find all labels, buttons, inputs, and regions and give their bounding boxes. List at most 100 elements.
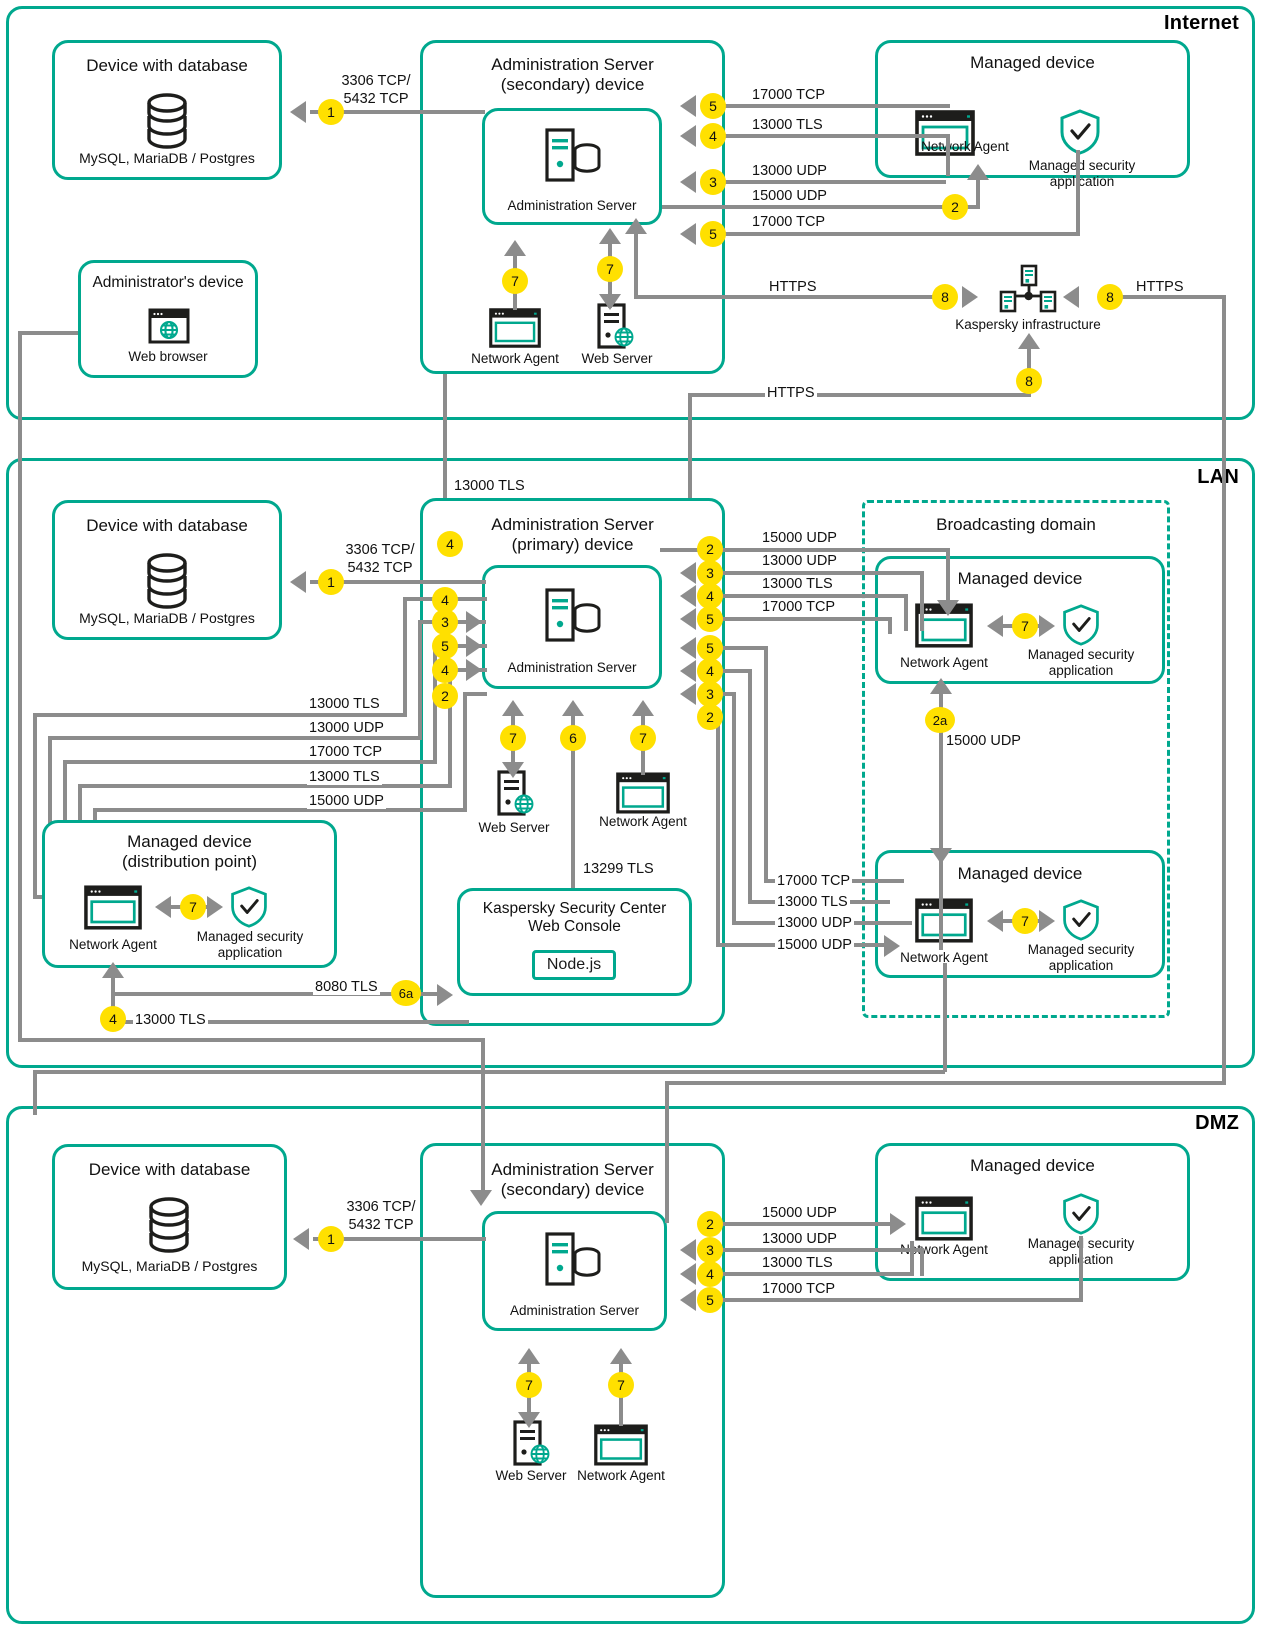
dmz-database-title: Device with database <box>88 1160 251 1179</box>
internet-managed-device-title: Managed device <box>970 53 1095 72</box>
port-label-17000tcp: 17000 TCP <box>760 1281 838 1297</box>
arrow-left <box>680 683 696 705</box>
arrow-down <box>599 294 621 310</box>
zone-lan-title: LAN <box>1197 466 1239 488</box>
arrow-up <box>1018 333 1040 349</box>
badge-7: 7 <box>1012 613 1038 639</box>
lan-broadcast-top-agent-label: Network Agent <box>900 655 988 670</box>
internet-network-agent-label: Network Agent <box>921 139 1009 154</box>
flow-line <box>1076 150 1080 234</box>
flow-line <box>634 295 954 299</box>
route-line <box>33 1070 945 1074</box>
arrow-right <box>466 659 482 681</box>
arrow-right <box>1039 615 1055 637</box>
route-line <box>481 1106 485 1196</box>
port-label-https: HTTPS <box>765 385 817 401</box>
port-label-15000udp: 15000 UDP <box>760 1205 839 1221</box>
flow-line <box>33 713 407 717</box>
dmz-managed-device-title: Managed device <box>970 1156 1095 1175</box>
flow-line <box>718 134 950 138</box>
database-icon <box>143 92 191 150</box>
port-label-uplink: 13000 TLS <box>452 478 527 494</box>
route-line <box>18 1038 485 1042</box>
arrow-up <box>518 1348 540 1364</box>
flow-line <box>732 692 736 924</box>
arrow-up <box>599 228 621 244</box>
badge-5: 5 <box>700 221 726 247</box>
flow-line <box>662 205 980 209</box>
kaspersky-infrastructure-icon <box>999 264 1057 313</box>
arrow-left <box>290 101 306 123</box>
arrow-left <box>680 1263 696 1285</box>
badge-2: 2 <box>697 536 723 562</box>
flow-line <box>33 713 37 899</box>
badge-4: 4 <box>437 531 463 557</box>
flow-line <box>665 1081 669 1143</box>
arrow-up <box>102 962 124 978</box>
flow-line <box>716 715 720 943</box>
lan-administration-server-label: Administration Server <box>507 660 637 675</box>
badge-1: 1 <box>318 1226 344 1252</box>
flow-line <box>718 180 946 184</box>
internet-admin-server-device-title-l1: Administration Server <box>491 55 654 74</box>
flow-line <box>1222 295 1226 1085</box>
arrow-up <box>625 218 647 234</box>
dmz-database-engines: MySQL, MariaDB / Postgres <box>81 1258 258 1274</box>
lan-broadcast-bottom-app-l2: application <box>1048 958 1114 973</box>
flow-line <box>722 571 924 575</box>
arrow-up <box>610 1348 632 1364</box>
arrow-left <box>987 615 1003 637</box>
dmz-network-agent-label-bottom: Network Agent <box>577 1468 665 1483</box>
arrow-up <box>502 700 524 716</box>
port-label-15000udp: 15000 UDP <box>750 188 829 204</box>
lan-broadcast-bottom-title: Managed device <box>957 864 1083 883</box>
badge-7: 7 <box>597 256 623 282</box>
port-label-13000tls: 13000 TLS <box>307 769 382 785</box>
badge-7: 7 <box>516 1372 542 1398</box>
badge-2: 2 <box>432 683 458 709</box>
network-architecture-diagram: Internet LAN DMZ 13000 TLS 4 Device with… <box>0 0 1261 1631</box>
flow-line <box>688 393 1031 397</box>
administration-server-icon <box>545 1232 602 1286</box>
lan-broadcast-bottom-app-l1: Managed security <box>1027 942 1135 957</box>
flow-line <box>463 692 467 808</box>
internet-managed-app-label-l2: application <box>1049 174 1115 189</box>
port-label-17000tcp: 17000 TCP <box>775 873 853 889</box>
flow-line <box>904 594 908 631</box>
route-line <box>18 331 22 1038</box>
flow-line <box>920 1248 924 1276</box>
flow-line <box>403 597 407 717</box>
flow-line <box>920 571 924 631</box>
flow-line <box>764 646 768 883</box>
port-label-13000tls: 13000 TLS <box>760 1255 835 1271</box>
port-label-13000tls: 13000 TLS <box>133 1012 208 1028</box>
dmz-admin-server-device-title-l2: (secondary) device <box>500 1180 645 1199</box>
badge-4: 4 <box>432 657 458 683</box>
internet-database-title: Device with database <box>86 56 248 75</box>
flow-line <box>63 760 437 764</box>
flow-line <box>722 1272 914 1276</box>
arrow-left <box>293 1228 309 1250</box>
flow-line <box>722 646 768 650</box>
lan-network-agent-label: Network Agent <box>599 814 687 829</box>
port-label-15000udp: 15000 UDP <box>760 530 839 546</box>
arrow-left <box>1063 286 1079 308</box>
database-icon <box>143 552 191 610</box>
badge-5: 5 <box>432 633 458 659</box>
badge-2a: 2a <box>925 707 955 733</box>
nodejs-badge: Node.js <box>532 950 616 980</box>
badge-1: 1 <box>318 569 344 595</box>
arrow-left <box>155 896 171 918</box>
badge-7: 7 <box>502 268 528 294</box>
shield-check-icon <box>1057 108 1103 156</box>
flow-line <box>722 1248 924 1252</box>
badge-7: 7 <box>608 1372 634 1398</box>
port-label-13000udp: 13000 UDP <box>750 163 829 179</box>
lan-dp-agent-label: Network Agent <box>69 937 157 952</box>
port-label-15000udp: 15000 UDP <box>775 937 854 953</box>
internet-managed-app-label-l1: Managed security <box>1028 158 1136 173</box>
flow-line <box>722 1222 892 1226</box>
badge-7: 7 <box>630 725 656 751</box>
arrow-right <box>884 935 900 957</box>
arrow-down <box>470 1190 492 1206</box>
